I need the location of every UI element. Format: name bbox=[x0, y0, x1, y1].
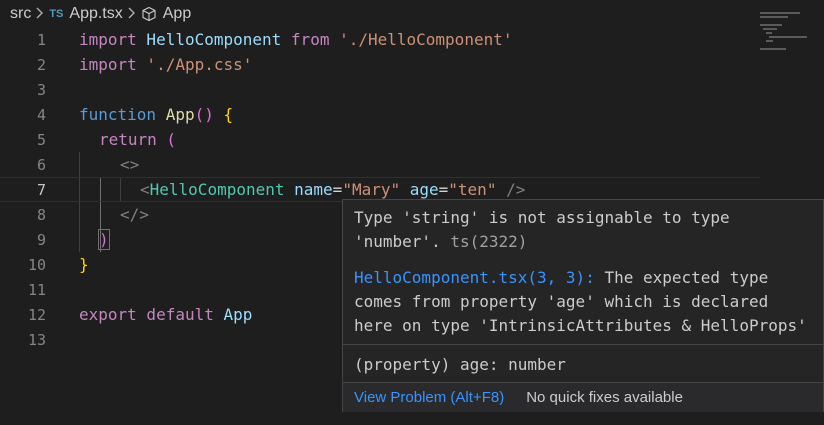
line-number: 2 bbox=[36, 55, 46, 74]
hover-actions: View Problem (Alt+F8) No quick fixes ava… bbox=[343, 383, 823, 412]
line-number: 1 bbox=[36, 30, 46, 49]
related-line-1: The expected type bbox=[594, 268, 769, 287]
error-hover-widget: Type 'string' is not assignable to type … bbox=[342, 199, 824, 412]
brace: } bbox=[79, 255, 89, 274]
line-number: 4 bbox=[36, 105, 46, 124]
chevron-right-icon bbox=[128, 6, 136, 22]
brace: { bbox=[213, 105, 234, 124]
tag-bracket: < bbox=[140, 180, 150, 199]
chevron-right-icon bbox=[36, 6, 44, 22]
error-message: Type 'string' is not assignable to type … bbox=[354, 206, 730, 254]
string-literal: './HelloComponent' bbox=[329, 30, 513, 49]
code-line: 6 <> bbox=[0, 152, 760, 177]
property-signature: (property) age: number bbox=[354, 355, 566, 374]
breadcrumb: src TS App.tsx App bbox=[0, 0, 824, 27]
typescript-icon: TS bbox=[49, 7, 64, 20]
attribute-name: name bbox=[284, 180, 333, 199]
no-quick-fixes-label: No quick fixes available bbox=[526, 389, 683, 406]
attribute-name-error[interactable]: age bbox=[400, 180, 439, 199]
breadcrumb-folder-label: src bbox=[10, 4, 32, 22]
divider bbox=[343, 344, 823, 345]
breadcrumb-symbol[interactable]: App bbox=[141, 5, 191, 23]
keyword: function bbox=[79, 105, 157, 124]
function-name: App bbox=[156, 105, 195, 124]
code-line: 1 import HelloComponent from './HelloCom… bbox=[0, 27, 760, 52]
cube-icon bbox=[141, 6, 157, 22]
identifier: HelloComponent bbox=[136, 30, 291, 49]
code-line: 5 return ( bbox=[0, 127, 760, 152]
line-number: 10 bbox=[27, 255, 46, 274]
keyword: import bbox=[79, 55, 137, 74]
view-problem-link[interactable]: View Problem (Alt+F8) bbox=[354, 389, 504, 406]
line-number: 9 bbox=[36, 230, 46, 249]
related-info-link[interactable]: HelloComponent.tsx(3, 3): bbox=[354, 268, 595, 287]
parenthesis: ( bbox=[156, 130, 177, 149]
error-line-1: Type 'string' is not assignable to type bbox=[354, 208, 730, 227]
equals: = bbox=[438, 180, 449, 199]
keyword: default bbox=[136, 305, 214, 324]
keyword: export bbox=[79, 305, 137, 324]
keyword: return bbox=[99, 130, 157, 149]
related-line-2: comes from property 'age' which is decla… bbox=[354, 292, 769, 311]
line-number: 5 bbox=[36, 130, 46, 149]
code-line: 3 bbox=[0, 77, 760, 102]
line-number: 6 bbox=[36, 155, 46, 174]
string-literal: './App.css' bbox=[136, 55, 253, 74]
error-line-2: 'number'. bbox=[354, 232, 441, 251]
fragment-open: <> bbox=[120, 155, 140, 174]
parentheses: () bbox=[194, 105, 214, 124]
line-number: 7 bbox=[36, 180, 46, 199]
line-number: 11 bbox=[27, 280, 46, 299]
error-code: ts(2322) bbox=[440, 232, 528, 251]
line-number: 12 bbox=[27, 305, 46, 324]
line-number: 13 bbox=[27, 330, 46, 349]
breadcrumb-symbol-label: App bbox=[162, 4, 192, 22]
related-info: HelloComponent.tsx(3, 3): The expected t… bbox=[354, 266, 807, 338]
related-line-3: here on type 'IntrinsicAttributes & Hell… bbox=[354, 316, 807, 335]
tag-close: /> bbox=[496, 180, 526, 199]
code-line: 4 function App() { bbox=[0, 102, 760, 127]
breadcrumb-file-label: App.tsx bbox=[69, 4, 123, 22]
attribute-value: "ten" bbox=[448, 180, 497, 199]
parenthesis: ) bbox=[98, 229, 110, 250]
component-tag: HelloComponent bbox=[149, 180, 285, 199]
breadcrumb-folder[interactable]: src bbox=[10, 5, 31, 23]
attribute-value: "Mary" bbox=[342, 180, 401, 199]
code-line: 2 import './App.css' bbox=[0, 52, 760, 77]
line-number: 8 bbox=[36, 205, 46, 224]
keyword: from bbox=[290, 30, 330, 49]
identifier: App bbox=[213, 305, 253, 324]
keyword: import bbox=[79, 30, 137, 49]
fragment-close: </> bbox=[120, 205, 149, 224]
breadcrumb-file[interactable]: TS App.tsx bbox=[49, 5, 122, 23]
equals: = bbox=[332, 180, 343, 199]
line-number: 3 bbox=[36, 80, 46, 99]
